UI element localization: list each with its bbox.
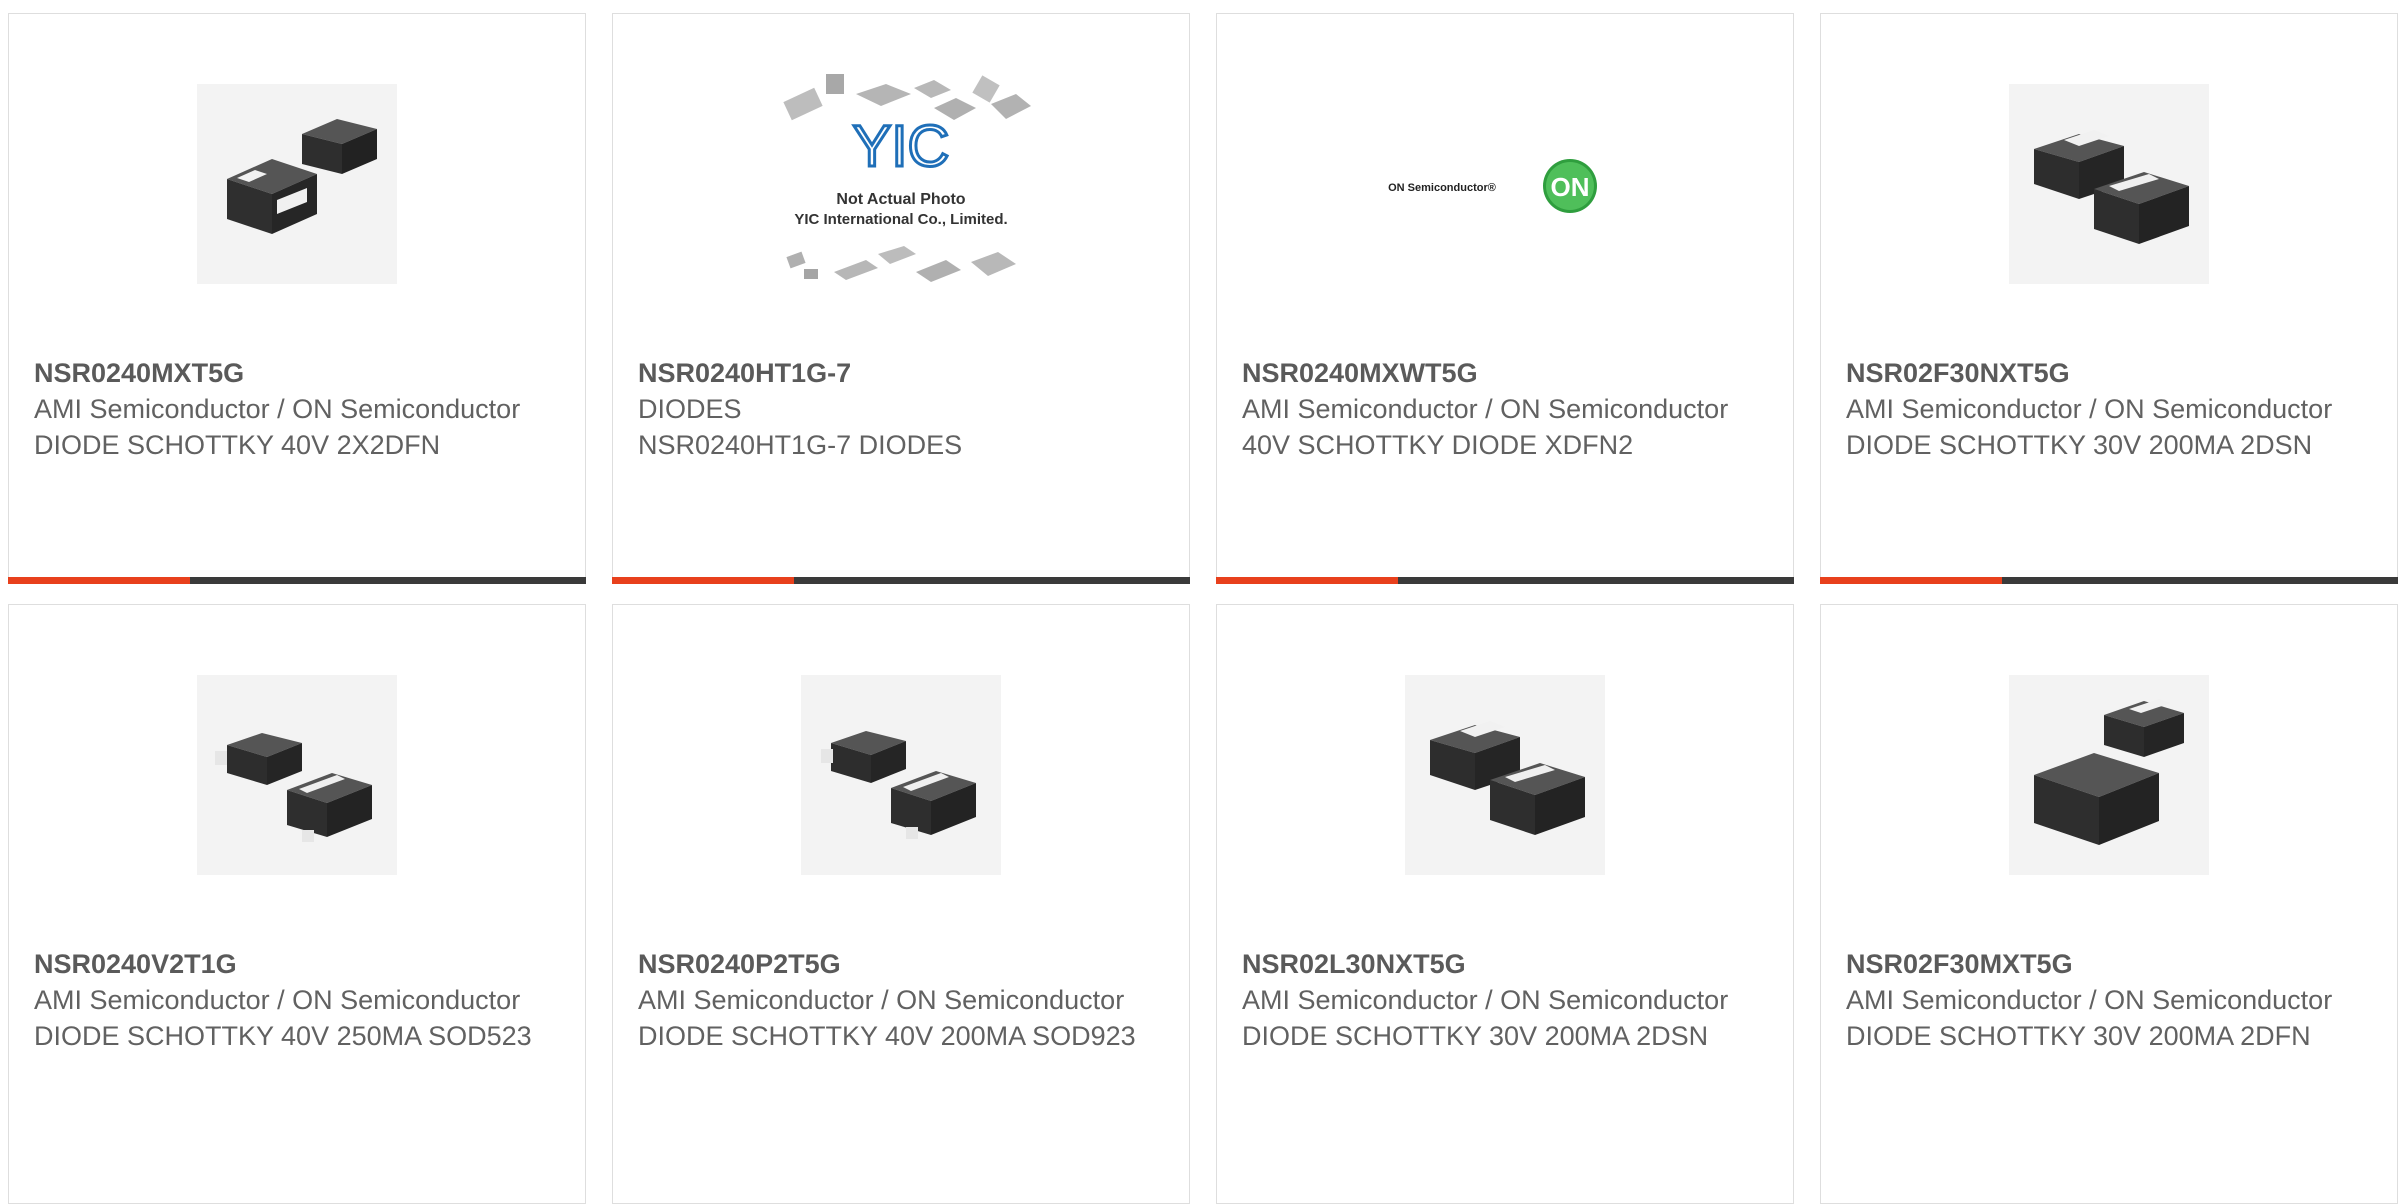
product-image[interactable] [197,675,397,875]
product-card[interactable]: NSR02F30NXT5G AMI Semiconductor / ON Sem… [1820,13,2398,584]
manufacturer: DIODES [638,394,742,424]
on-semi-logo-text: ON Semiconductor® [1388,182,1496,194]
product-card[interactable]: YIC Not Actual Photo YIC International C… [612,13,1190,584]
yic-logo: YIC [853,114,950,179]
description: DIODE SCHOTTKY 30V 200MA 2DSN [1846,430,2313,460]
description: 40V SCHOTTKY DIODE XDFN2 [1242,430,1634,460]
description: DIODE SCHOTTKY 30V 200MA 2DSN [1242,1021,1709,1051]
product-card[interactable]: NSR02F30MXT5G AMI Semiconductor / ON Sem… [1820,604,2398,1204]
manufacturer: AMI Semiconductor / ON Semiconductor [1846,985,2333,1015]
product-card[interactable]: NSR02L30NXT5G AMI Semiconductor / ON Sem… [1216,604,1794,1204]
product-image-area: YIC Not Actual Photo YIC International C… [613,69,1189,299]
card-accent-bar [1216,577,1398,584]
product-text: NSR02F30NXT5G AMI Semiconductor / ON Sem… [1846,355,2377,463]
card-bottom-bar [1216,577,1794,584]
part-number[interactable]: NSR0240MXT5G [34,355,565,391]
on-semiconductor-logo-image[interactable]: ON Semiconductor® ON [1370,64,1640,304]
product-text: NSR02L30NXT5G AMI Semiconductor / ON Sem… [1242,946,1773,1054]
manufacturer: AMI Semiconductor / ON Semiconductor [1242,394,1729,424]
description: DIODE SCHOTTKY 40V 250MA SOD523 [34,1021,532,1051]
card-accent-bar [8,577,190,584]
product-text: NSR0240MXT5G AMI Semiconductor / ON Semi… [34,355,565,463]
description: NSR0240HT1G-7 DIODES [638,430,963,460]
image-caption-1: Not Actual Photo [836,191,965,208]
product-card[interactable]: NSR0240V2T1G AMI Semiconductor / ON Semi… [8,604,586,1204]
part-number[interactable]: NSR0240HT1G-7 [638,355,1169,391]
description: DIODE SCHOTTKY 40V 2X2DFN [34,430,441,460]
product-card[interactable]: ON Semiconductor® ON NSR0240MXWT5G AMI S… [1216,13,1794,584]
manufacturer: AMI Semiconductor / ON Semiconductor [1846,394,2333,424]
product-image-area [1821,69,2397,299]
part-number[interactable]: NSR02L30NXT5G [1242,946,1773,982]
description: DIODE SCHOTTKY 30V 200MA 2DFN [1846,1021,2311,1051]
manufacturer: AMI Semiconductor / ON Semiconductor [1242,985,1729,1015]
part-number[interactable]: NSR02F30MXT5G [1846,946,2377,982]
product-image[interactable] [801,675,1001,875]
manufacturer: AMI Semiconductor / ON Semiconductor [638,985,1125,1015]
product-image-area [613,660,1189,890]
yic-placeholder-image[interactable]: YIC Not Actual Photo YIC International C… [766,64,1036,304]
product-image[interactable] [2009,675,2209,875]
manufacturer: AMI Semiconductor / ON Semiconductor [34,394,521,424]
product-image-area [9,660,585,890]
product-text: NSR02F30MXT5G AMI Semiconductor / ON Sem… [1846,946,2377,1054]
product-text: NSR0240V2T1G AMI Semiconductor / ON Semi… [34,946,565,1054]
description: DIODE SCHOTTKY 40V 200MA SOD923 [638,1021,1136,1051]
product-card[interactable]: NSR0240MXT5G AMI Semiconductor / ON Semi… [8,13,586,584]
part-number[interactable]: NSR02F30NXT5G [1846,355,2377,391]
on-logo-badge: ON [1551,172,1590,202]
product-image[interactable] [197,84,397,284]
product-card[interactable]: NSR0240P2T5G AMI Semiconductor / ON Semi… [612,604,1190,1204]
product-text: NSR0240MXWT5G AMI Semiconductor / ON Sem… [1242,355,1773,463]
part-number[interactable]: NSR0240MXWT5G [1242,355,1773,391]
part-number[interactable]: NSR0240V2T1G [34,946,565,982]
product-grid: NSR0240MXT5G AMI Semiconductor / ON Semi… [8,13,2400,1204]
product-image-area [1217,660,1793,890]
product-text: NSR0240P2T5G AMI Semiconductor / ON Semi… [638,946,1169,1054]
card-bottom-bar [612,577,1190,584]
product-image[interactable] [1405,675,1605,875]
card-accent-bar [612,577,794,584]
image-caption-2: YIC International Co., Limited. [794,211,1007,228]
card-accent-bar [1820,577,2002,584]
product-text: NSR0240HT1G-7 DIODES NSR0240HT1G-7 DIODE… [638,355,1169,463]
product-image[interactable] [2009,84,2209,284]
card-bottom-bar [1820,577,2398,584]
product-image-area [9,69,585,299]
card-bottom-bar [8,577,586,584]
manufacturer: AMI Semiconductor / ON Semiconductor [34,985,521,1015]
product-image-area: ON Semiconductor® ON [1217,69,1793,299]
part-number[interactable]: NSR0240P2T5G [638,946,1169,982]
product-image-area [1821,660,2397,890]
